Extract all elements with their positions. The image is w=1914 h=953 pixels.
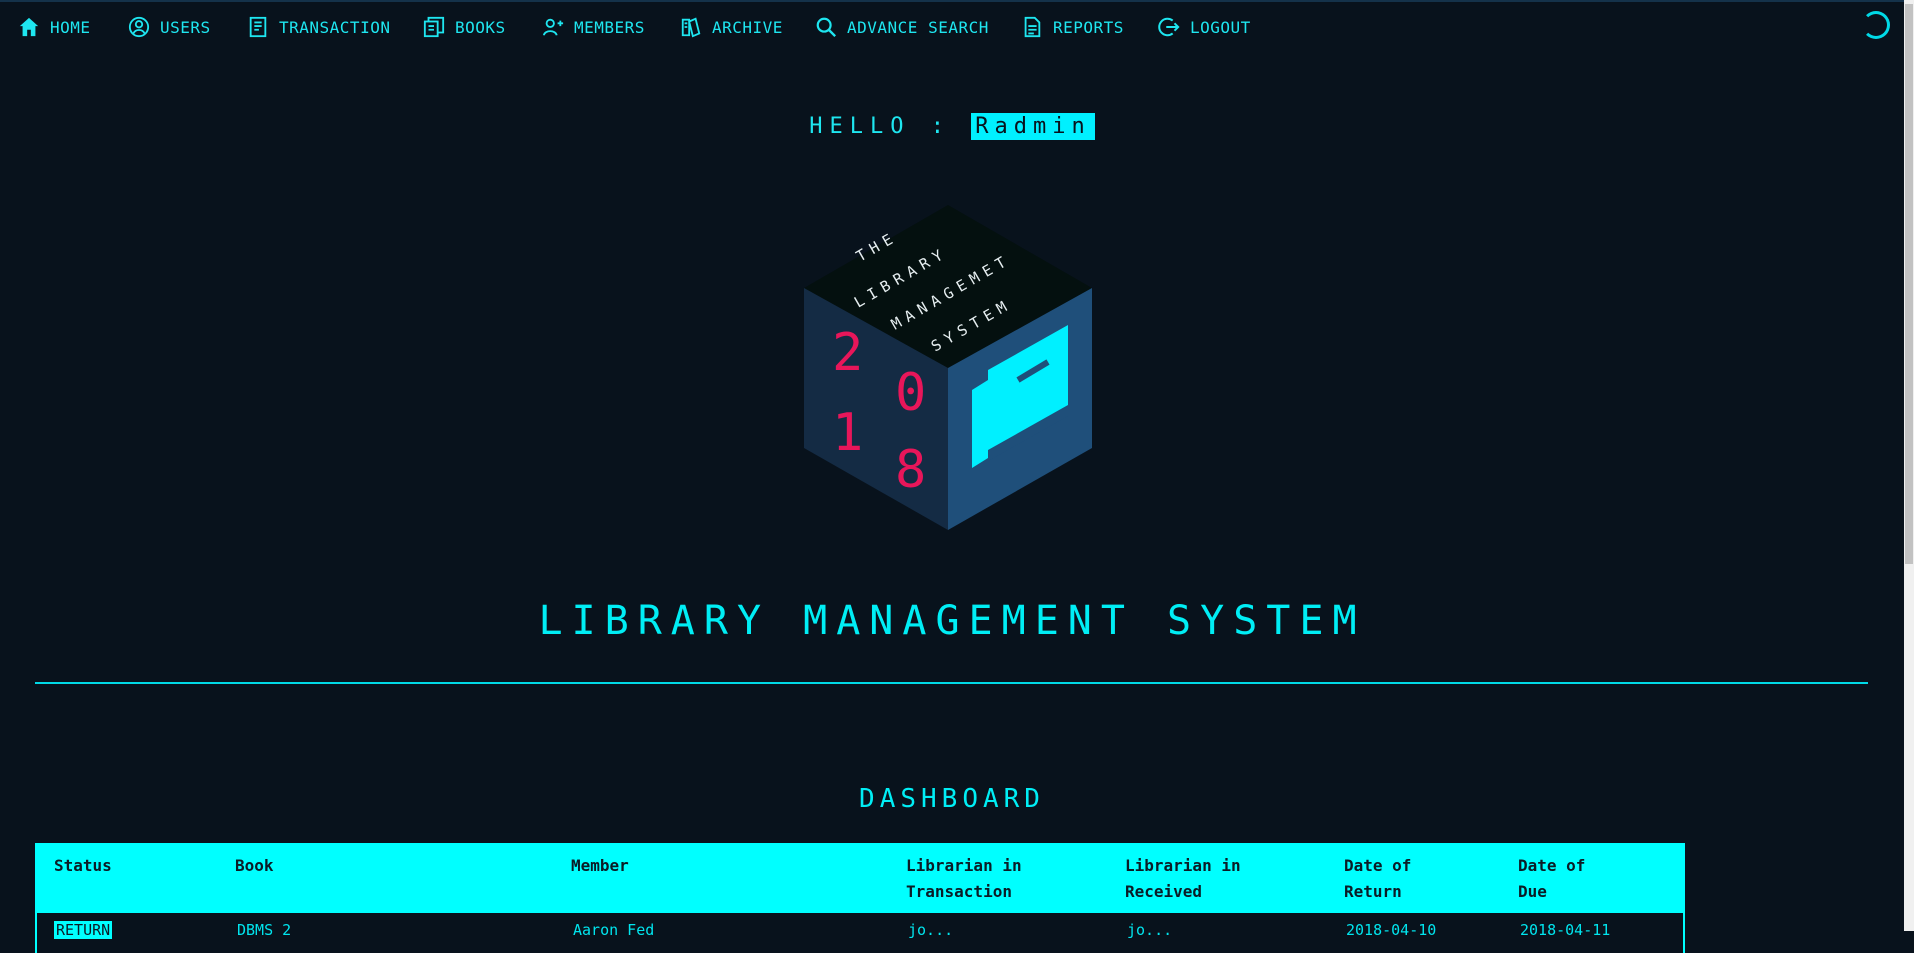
members-icon [542,18,564,36]
nav-item-label: ADVANCE SEARCH [847,17,989,37]
column-header-librarian-received: Librarian in Received [1125,856,1241,901]
nav-item-label: ARCHIVE [712,17,783,37]
greeting-prefix: HELLO : [809,114,951,139]
cell-date-due: 2018-04-11 [1520,921,1611,939]
logo-digit: 2 [832,323,863,383]
status-badge: RETURN [54,921,113,939]
column-header-librarian-transaction: Librarian in Transaction [906,856,1022,901]
column-header-member: Member [571,856,629,875]
app-title: LIBRARY MANAGEMENT SYSTEM [538,598,1366,644]
table-row[interactable]: RETURN DBMS 2 Aaron Fed jo... jo... 2018… [35,913,1685,953]
receipt-icon [249,16,267,38]
dashboard-title: DASHBOARD [859,784,1045,814]
nav-item-label: TRANSACTION [279,17,391,37]
nav-item-transaction[interactable]: TRANSACTION [247,14,390,40]
books-icon [423,16,445,38]
nav-item-label: HOME [50,17,91,37]
column-header-date-due: Date of Due [1518,856,1586,901]
dashboard-table: Status Book Member Librarian in Transact… [35,843,1685,953]
cell-librarian-transaction: jo... [908,921,954,939]
greeting: HELLO : Radmin [0,113,1904,140]
user-circle-icon [128,16,150,38]
nav-item-books[interactable]: BOOKS [423,14,506,40]
nav-item-members[interactable]: MEMBERS [542,14,645,40]
divider [35,682,1868,684]
report-icon [1024,16,1041,38]
nav-item-label: REPORTS [1053,17,1124,37]
cell-member: Aaron Fed [573,921,655,939]
cell-book: DBMS 2 [237,921,292,939]
home-icon [19,17,39,37]
nav-item-logout[interactable]: LOGOUT [1158,14,1251,40]
greeting-username: Radmin [971,113,1095,140]
archive-icon [681,17,701,38]
nav-item-advance-search[interactable]: ADVANCE SEARCH [815,14,989,40]
cell-librarian-received: jo... [1127,921,1173,939]
scrollbar[interactable] [1904,0,1914,931]
nav-item-reports[interactable]: REPORTS [1021,14,1124,40]
nav-item-label: MEMBERS [574,17,645,37]
nav-item-label: LOGOUT [1190,17,1251,37]
cell-date-return: 2018-04-10 [1346,921,1437,939]
loading-spinner-icon [1862,11,1890,39]
logo-digit: 8 [895,440,926,500]
nav-item-home[interactable]: HOME [18,14,91,40]
nav-item-archive[interactable]: ARCHIVE [680,14,783,40]
logo-digit: 0 [895,363,926,423]
nav-item-users[interactable]: USERS [128,14,211,40]
column-header-book: Book [235,856,274,875]
logout-icon [1158,17,1180,37]
scrollbar-thumb[interactable] [1905,4,1913,564]
column-header-date-return: Date of Return [1344,856,1412,901]
library-cube-logo: THE LIBRARY MANAGEMET SYSTEM 2 0 1 8 [804,205,1092,530]
logo-digit: 1 [832,403,863,463]
nav-item-label: BOOKS [455,17,506,37]
nav-item-label: USERS [160,17,211,37]
top-nav: HOME USERS TRANSACTION BOOKS MEMBERS ARC… [0,0,1904,52]
search-icon [816,17,837,38]
table-header: Status Book Member Librarian in Transact… [35,843,1685,913]
column-header-status: Status [54,856,112,875]
